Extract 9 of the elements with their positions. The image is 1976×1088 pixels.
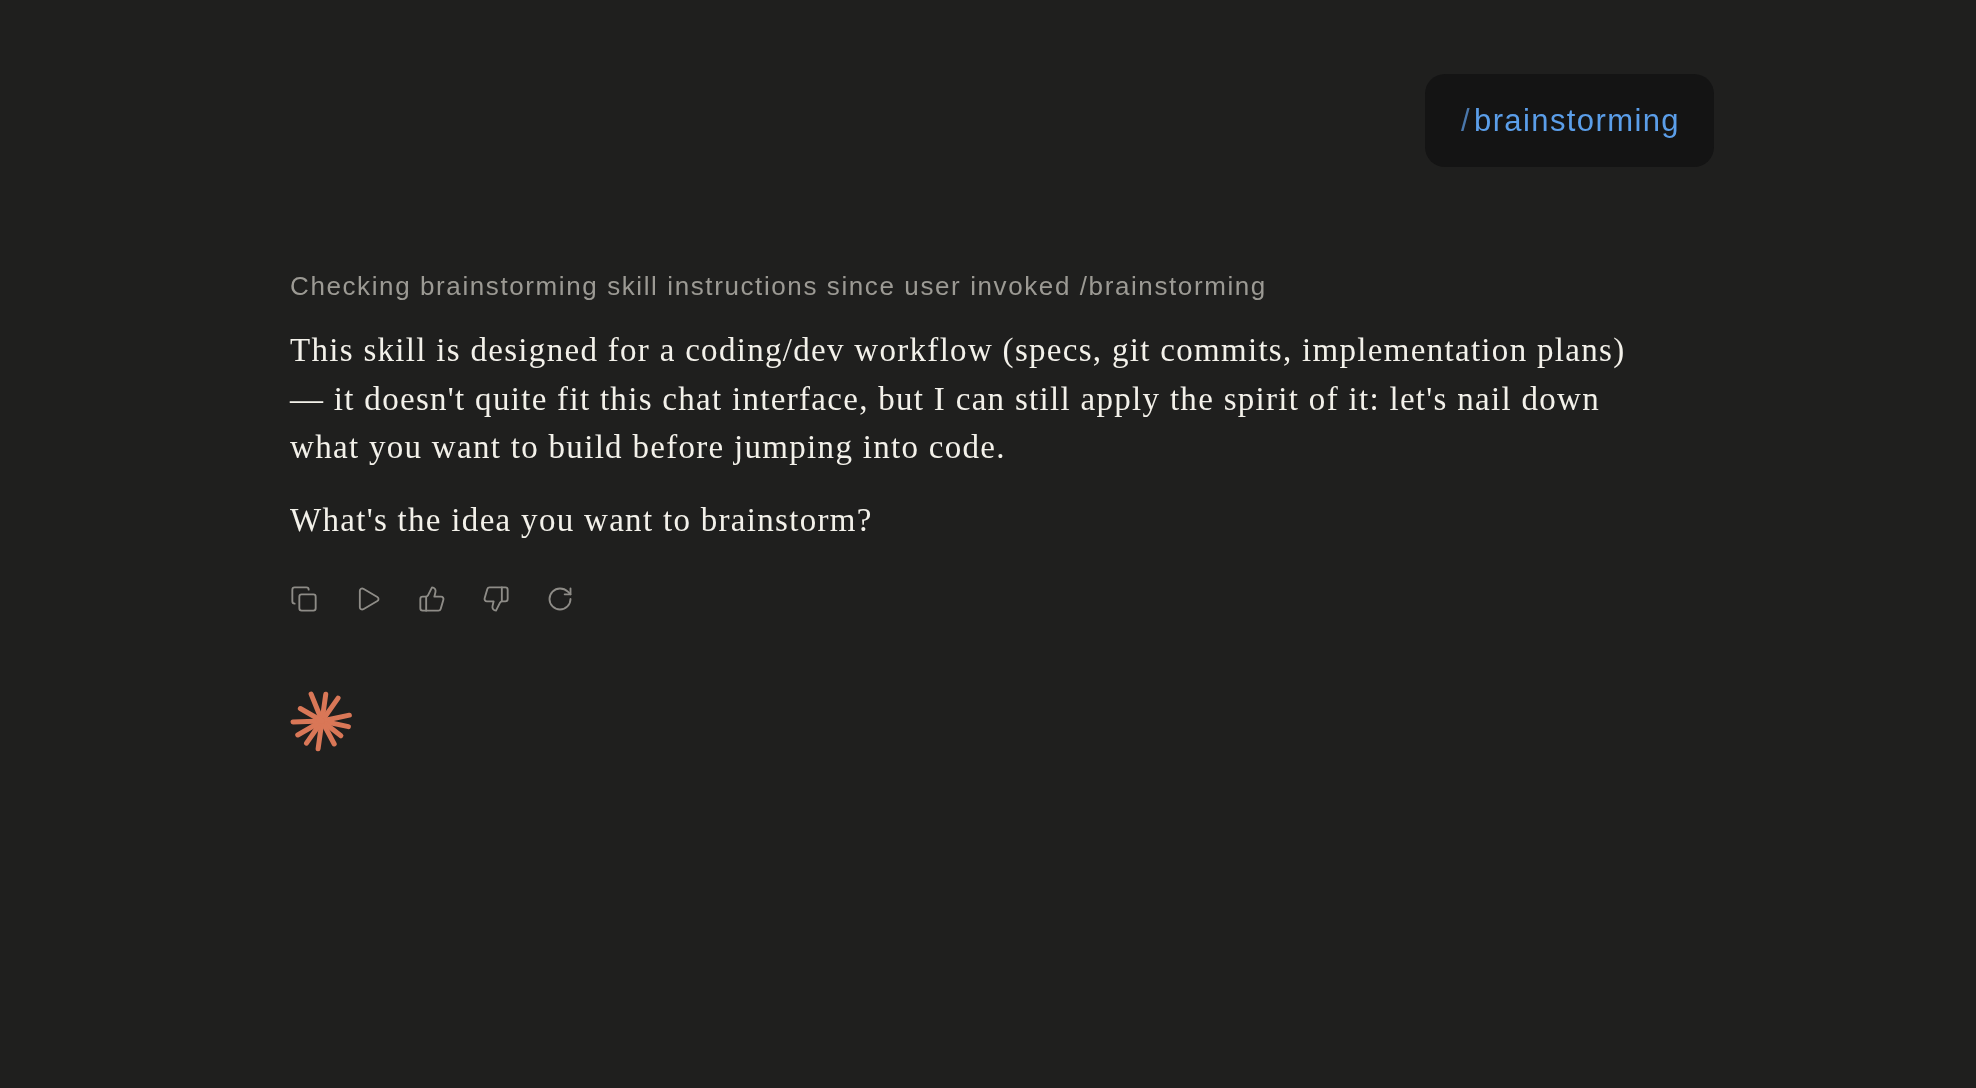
sparkle-icon [290,689,354,753]
response-paragraph: What's the idea you want to brainstorm? [290,500,873,540]
status-text: Checking brainstorming skill instructions since user invoked /brainstorming [290,270,1267,303]
response-paragraph: This skill is designed for a coding/dev workflow (specs, git commits, implementation plans) — it doesn't quite fit this chat interface, but I can still apply the spirit of it: let's nail down what you want to build before jumping into code. [290,331,1627,467]
copy-icon [290,585,318,613]
thumbs-up-icon [418,585,446,613]
retry-icon [546,585,574,613]
thumbs-down-icon [482,585,510,613]
slash-command: /brainstorming [1460,102,1680,139]
